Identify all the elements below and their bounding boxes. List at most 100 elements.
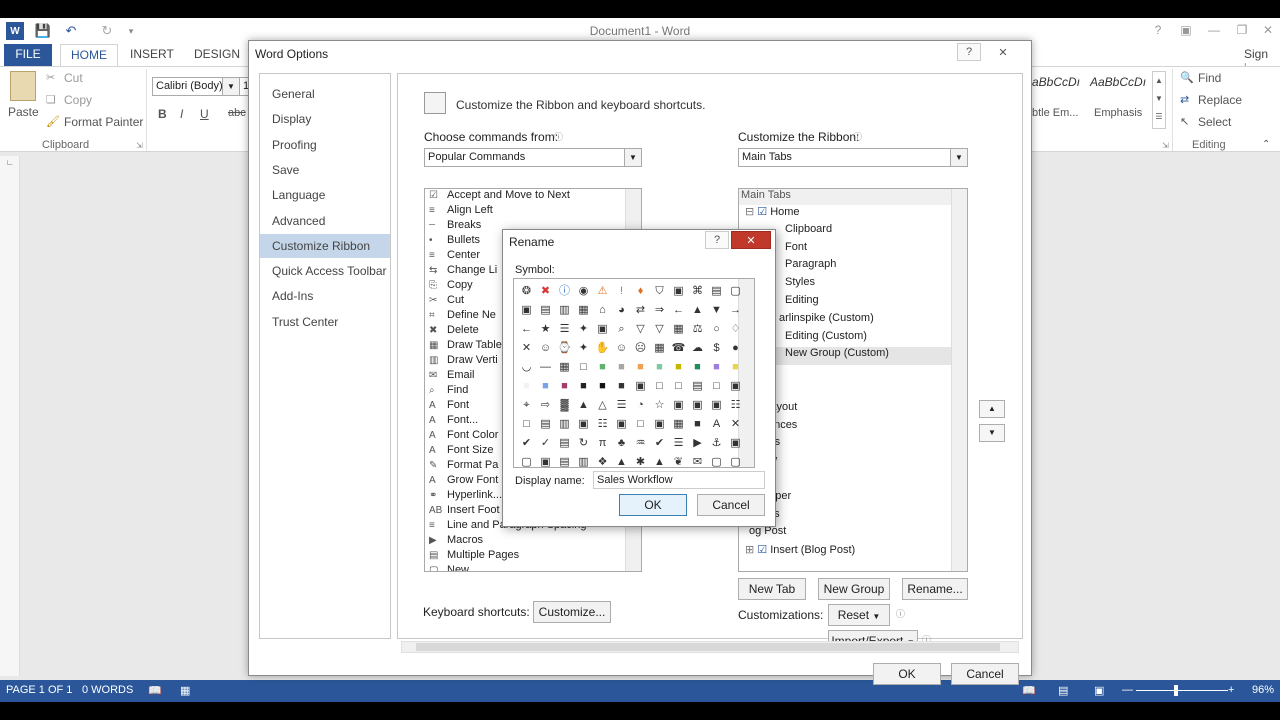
symbol-option[interactable]: ▣: [537, 454, 554, 471]
symbol-option[interactable]: ■: [613, 378, 630, 395]
symbol-option[interactable]: ▦: [575, 302, 592, 319]
symbol-option[interactable]: ☹: [632, 340, 649, 357]
symbol-option[interactable]: ▢: [708, 454, 725, 471]
cut-button[interactable]: Cut: [64, 71, 83, 85]
rename-button[interactable]: Rename...: [902, 578, 968, 600]
tab-insert[interactable]: INSERT: [120, 44, 184, 66]
nav-item[interactable]: Quick Access Toolbar: [260, 259, 390, 283]
symbol-option[interactable]: ▽: [632, 321, 649, 338]
symbol-option[interactable]: □: [632, 416, 649, 433]
move-up-button[interactable]: ▲: [979, 400, 1005, 418]
symbol-option[interactable]: ▦: [651, 340, 668, 357]
symbol-option[interactable]: ♢: [727, 321, 744, 338]
expand-icon[interactable]: ⊟: [745, 206, 757, 218]
symbol-option[interactable]: ★: [537, 321, 554, 338]
symbol-option[interactable]: ▶: [689, 435, 706, 452]
select-button[interactable]: Select: [1198, 115, 1231, 129]
symbol-option[interactable]: ▤: [556, 435, 573, 452]
symbol-option[interactable]: ☁: [689, 340, 706, 357]
choose-commands-dropdown[interactable]: Popular Commands ▼: [424, 148, 642, 167]
nav-item[interactable]: General: [260, 82, 390, 106]
symbol-option[interactable]: ↻: [575, 435, 592, 452]
symbol-option[interactable]: ■: [518, 378, 535, 395]
command-item[interactable]: ▤ Multiple Pages: [425, 549, 641, 564]
symbol-option[interactable]: ▲: [613, 454, 630, 471]
symbol-option[interactable]: ●: [727, 340, 744, 357]
symbol-option[interactable]: ■: [727, 359, 744, 376]
symbol-option[interactable]: ✕: [518, 340, 535, 357]
command-item[interactable]: ☑ Accept and Move to Next: [425, 189, 641, 204]
proofing-icon[interactable]: 📖: [148, 684, 162, 697]
symbol-option[interactable]: π: [594, 435, 611, 452]
styles-launcher-icon[interactable]: ⇲: [1162, 141, 1169, 150]
reset-button[interactable]: Reset ▼: [828, 604, 890, 626]
symbol-option[interactable]: ✖: [537, 283, 554, 300]
rename-help-button[interactable]: ?: [705, 231, 729, 249]
symbol-option[interactable]: ☰: [670, 435, 687, 452]
nav-item[interactable]: Trust Center: [260, 310, 390, 334]
symbol-option[interactable]: $: [708, 340, 725, 357]
new-group-button[interactable]: New Group: [818, 578, 890, 600]
zoom-out-icon[interactable]: —: [1122, 684, 1133, 696]
symbol-option[interactable]: ■: [575, 378, 592, 395]
clipboard-launcher-icon[interactable]: ⇲: [136, 141, 143, 150]
symbol-option[interactable]: ▢: [727, 283, 744, 300]
move-down-button[interactable]: ▼: [979, 424, 1005, 442]
tree-item[interactable]: og Post: [739, 525, 967, 543]
command-item[interactable]: ≡ Align Left: [425, 204, 641, 219]
symbol-option[interactable]: ▥: [556, 302, 573, 319]
symbol-option[interactable]: ⌘: [689, 283, 706, 300]
replace-button[interactable]: Replace: [1198, 93, 1242, 107]
command-item[interactable]: ▢ New: [425, 564, 641, 571]
symbol-option[interactable]: ▥: [575, 454, 592, 471]
underline-button[interactable]: U: [200, 107, 209, 121]
find-button[interactable]: Find: [1198, 71, 1221, 85]
zoom-slider[interactable]: [1136, 690, 1228, 691]
collapse-ribbon-icon[interactable]: ⌃: [1262, 139, 1270, 150]
symbol-option[interactable]: ♦: [632, 283, 649, 300]
symbol-option[interactable]: ■: [651, 359, 668, 376]
ok-button[interactable]: OK: [873, 663, 941, 685]
symbol-option[interactable]: ▤: [708, 283, 725, 300]
zoom-level[interactable]: 96%: [1252, 684, 1274, 696]
symbol-option[interactable]: □: [708, 378, 725, 395]
horizontal-scroll-thumb[interactable]: [416, 643, 1000, 651]
cancel-button[interactable]: Cancel: [951, 663, 1019, 685]
tree-item[interactable]: ⊟ ☑ Home: [739, 205, 967, 223]
nav-item[interactable]: Add-Ins: [260, 284, 390, 308]
symbol-option[interactable]: ○: [708, 321, 725, 338]
symbol-option[interactable]: ▣: [518, 302, 535, 319]
symbol-option[interactable]: ✦: [575, 340, 592, 357]
symbol-option[interactable]: ▤: [689, 378, 706, 395]
tree-scrollbar[interactable]: [951, 189, 967, 571]
paste-button[interactable]: Paste: [8, 105, 39, 119]
symbol-option[interactable]: ⇄: [632, 302, 649, 319]
symbol-option[interactable]: ▢: [518, 454, 535, 471]
symbol-option[interactable]: ■: [708, 359, 725, 376]
restore-button[interactable]: ❐: [1228, 20, 1256, 40]
symbol-option[interactable]: ☆: [651, 397, 668, 414]
symbol-option[interactable]: ←: [518, 321, 535, 338]
symbol-option[interactable]: ☷: [727, 397, 744, 414]
symbol-option[interactable]: ▣: [708, 397, 725, 414]
read-mode-icon[interactable]: 📖: [1022, 684, 1036, 697]
symbol-option[interactable]: □: [518, 416, 535, 433]
dialog-close-button[interactable]: ✕: [991, 43, 1015, 61]
macro-record-icon[interactable]: ▦: [180, 684, 190, 697]
ribbon-display-options-icon[interactable]: ▣: [1172, 20, 1200, 40]
close-window-button[interactable]: ✕: [1254, 20, 1280, 40]
symbol-option[interactable]: ⚖: [689, 321, 706, 338]
symbol-option[interactable]: ▣: [575, 416, 592, 433]
tab-stop-icon[interactable]: ∟: [6, 158, 14, 167]
symbol-option[interactable]: ❂: [518, 283, 535, 300]
symbol-option[interactable]: ♣: [613, 435, 630, 452]
symbol-option[interactable]: ❦: [670, 454, 687, 471]
font-name-box[interactable]: Calibri (Body) ▼: [152, 77, 240, 96]
symbol-option[interactable]: ▣: [727, 378, 744, 395]
symbol-option[interactable]: ☰: [556, 321, 573, 338]
symbol-option[interactable]: ☺: [537, 340, 554, 357]
rename-ok-button[interactable]: OK: [619, 494, 687, 516]
format-painter-button[interactable]: Format Painter: [64, 115, 143, 129]
symbol-option[interactable]: ▣: [613, 416, 630, 433]
symbol-option[interactable]: ■: [556, 378, 573, 395]
